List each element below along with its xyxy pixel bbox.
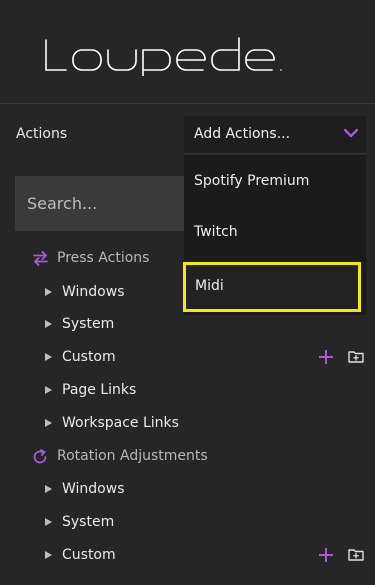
tree-item-label: Windows bbox=[62, 481, 125, 497]
menu-item-twitch[interactable]: Twitch bbox=[184, 208, 366, 258]
expand-triangle-icon[interactable] bbox=[45, 320, 52, 328]
expand-triangle-icon[interactable] bbox=[45, 419, 52, 427]
add-folder-icon[interactable] bbox=[348, 548, 364, 561]
rotate-icon bbox=[33, 449, 47, 464]
press-actions-title: Press Actions bbox=[57, 250, 150, 266]
menu-item-spotify-premium[interactable]: Spotify Premium bbox=[184, 157, 366, 207]
menu-item-label: Twitch bbox=[194, 224, 238, 240]
chevron-down-icon bbox=[344, 128, 358, 138]
add-folder-icon[interactable] bbox=[348, 350, 364, 363]
swap-arrows-icon bbox=[33, 251, 48, 266]
header-divider bbox=[0, 103, 375, 104]
tree-item-label: Custom bbox=[62, 547, 116, 563]
tree-item-label: Page Links bbox=[62, 382, 137, 398]
add-custom-adjustment-plus-icon[interactable] bbox=[318, 547, 334, 563]
menu-item-label: Midi bbox=[195, 278, 224, 294]
expand-triangle-icon[interactable] bbox=[45, 353, 52, 361]
tree-item-label: Windows bbox=[62, 284, 125, 300]
expand-triangle-icon[interactable] bbox=[45, 518, 52, 526]
tree-item-label: Workspace Links bbox=[62, 415, 179, 431]
tree-item-label: System bbox=[62, 514, 115, 530]
expand-triangle-icon[interactable] bbox=[45, 551, 52, 559]
header bbox=[0, 0, 375, 102]
expand-triangle-icon[interactable] bbox=[45, 288, 52, 296]
menu-item-label: Spotify Premium bbox=[194, 173, 310, 189]
add-actions-dropdown-value: Add Actions... bbox=[194, 126, 291, 142]
rotation-adjustments-title: Rotation Adjustments bbox=[57, 448, 208, 464]
add-actions-dropdown[interactable]: Add Actions... bbox=[184, 116, 366, 154]
loupedeck-logo bbox=[45, 37, 282, 76]
search-placeholder: Search... bbox=[27, 194, 98, 213]
add-actions-menu: Spotify Premium Twitch Midi bbox=[183, 155, 366, 315]
tree-item-label: System bbox=[62, 316, 115, 332]
expand-triangle-icon[interactable] bbox=[45, 386, 52, 394]
actions-label: Actions bbox=[16, 126, 68, 142]
search-input[interactable]: Search... bbox=[15, 176, 205, 231]
expand-triangle-icon[interactable] bbox=[45, 485, 52, 493]
menu-item-midi[interactable]: Midi bbox=[183, 262, 361, 312]
tree-item-label: Custom bbox=[62, 349, 116, 365]
add-custom-action-plus-icon[interactable] bbox=[318, 349, 334, 365]
